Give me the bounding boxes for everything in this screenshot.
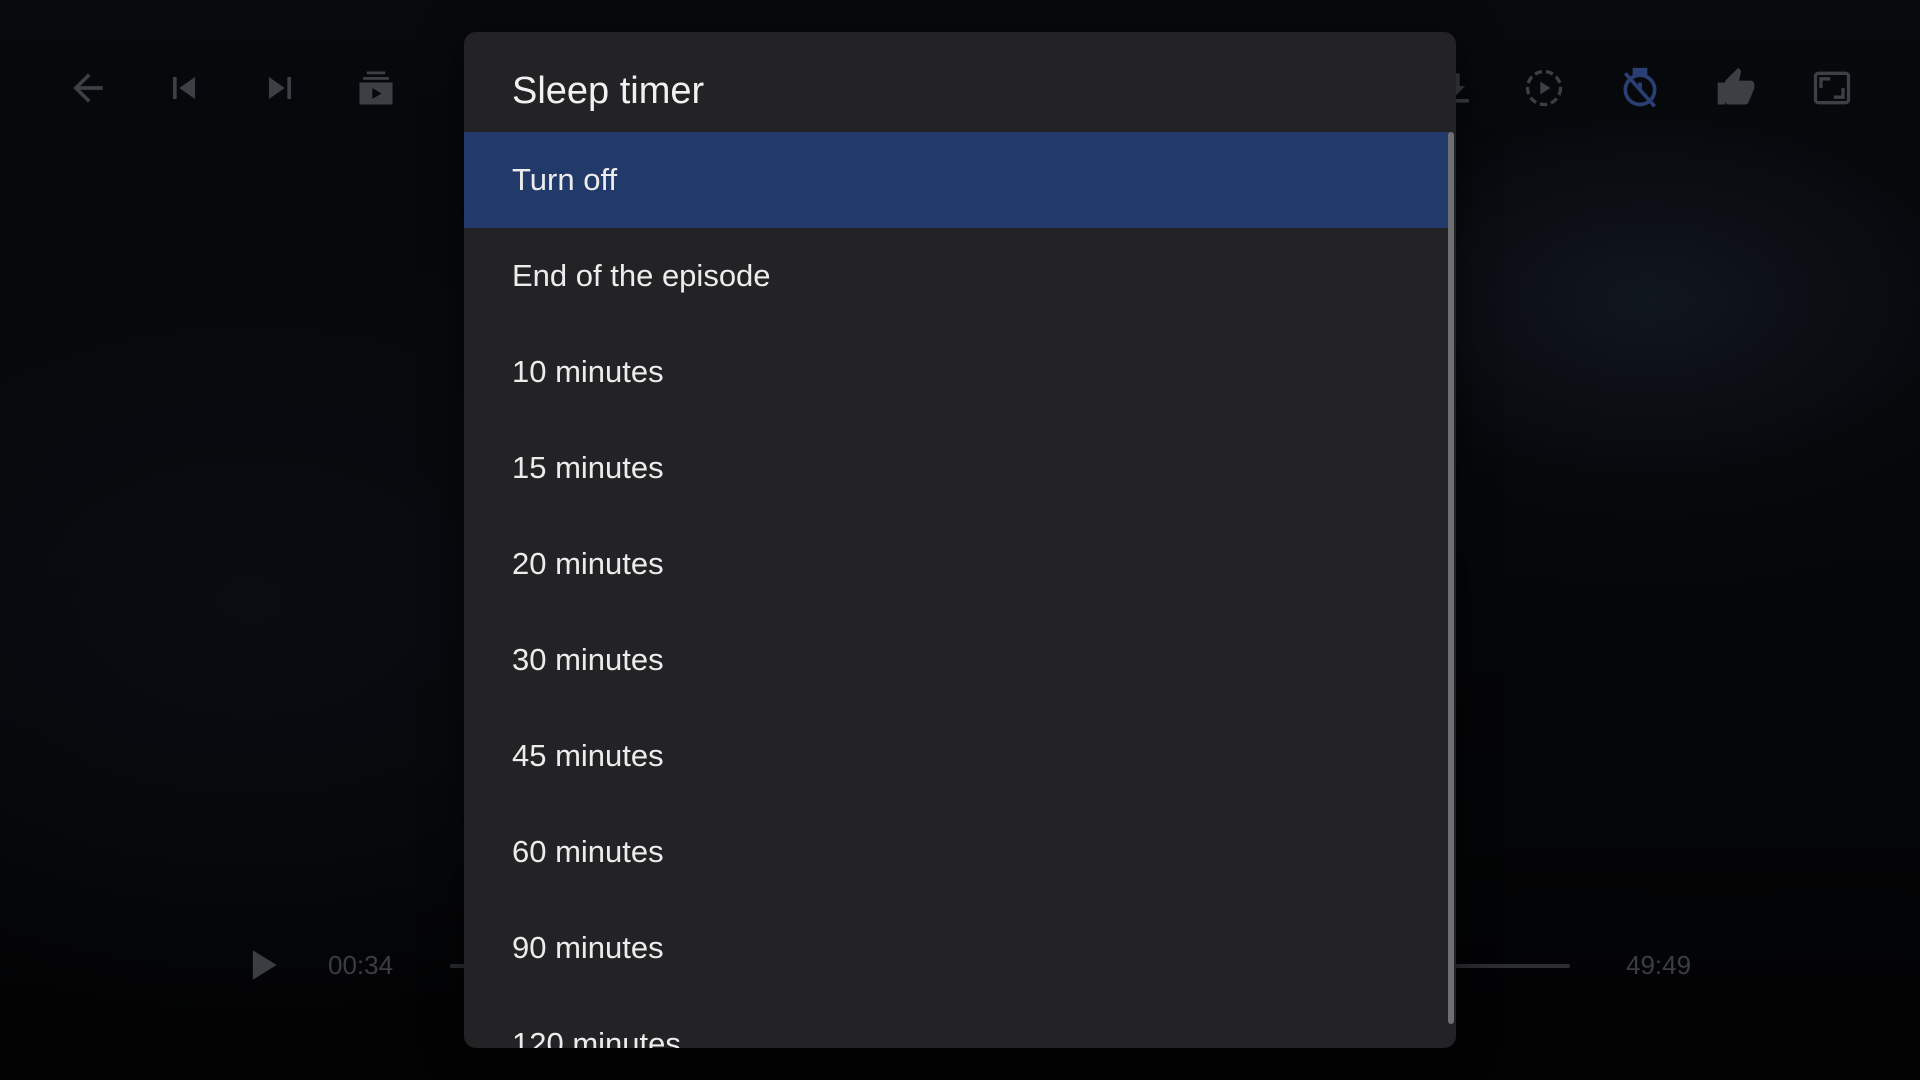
play-icon[interactable] xyxy=(234,937,290,993)
skip-next-icon[interactable] xyxy=(252,60,308,116)
thumbs-up-icon[interactable] xyxy=(1708,60,1764,116)
total-duration: 49:49 xyxy=(1626,950,1692,980)
sleep-timer-icon[interactable] xyxy=(1612,60,1668,116)
sleep-timer-options: Turn off End of the episode 10 minutes 1… xyxy=(464,132,1450,1048)
option-120-minutes[interactable]: 120 minutes xyxy=(464,996,1450,1048)
queue-icon[interactable] xyxy=(348,60,404,116)
option-end-of-episode[interactable]: End of the episode xyxy=(464,228,1450,324)
dialog-title: Sleep timer xyxy=(512,70,705,112)
fullscreen-icon[interactable] xyxy=(1804,60,1860,116)
option-15-minutes[interactable]: 15 minutes xyxy=(464,420,1450,516)
back-arrow-icon[interactable] xyxy=(60,60,116,116)
option-20-minutes[interactable]: 20 minutes xyxy=(464,516,1450,612)
scrollbar[interactable] xyxy=(1448,132,1454,1024)
option-turn-off[interactable]: Turn off xyxy=(464,132,1450,228)
playback-speed-icon[interactable] xyxy=(1516,60,1572,116)
skip-previous-icon[interactable] xyxy=(156,60,212,116)
sleep-timer-dialog: Sleep timer Turn off End of the episode … xyxy=(464,32,1456,1048)
current-time: 00:34 xyxy=(328,950,394,980)
option-30-minutes[interactable]: 30 minutes xyxy=(464,612,1450,708)
option-60-minutes[interactable]: 60 minutes xyxy=(464,804,1450,900)
option-45-minutes[interactable]: 45 minutes xyxy=(464,708,1450,804)
option-90-minutes[interactable]: 90 minutes xyxy=(464,900,1450,996)
option-10-minutes[interactable]: 10 minutes xyxy=(464,324,1450,420)
